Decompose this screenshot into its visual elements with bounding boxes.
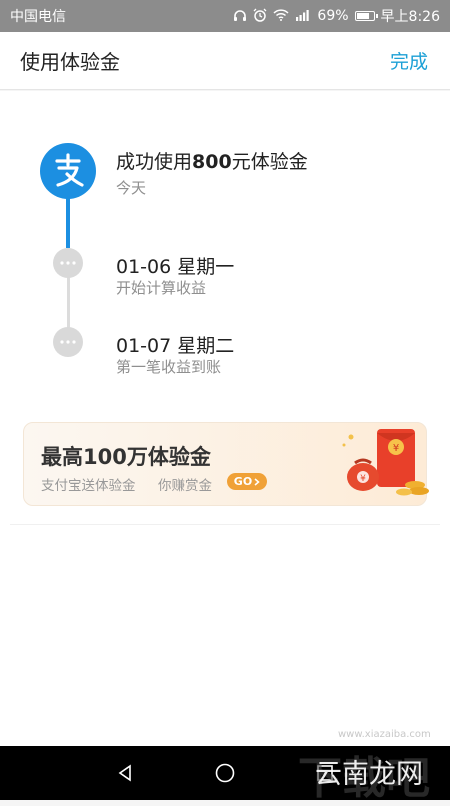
promo-banner[interactable]: 最高100万体验金 支付宝送体验金 你赚赏金 GO ¥ ¥ xyxy=(23,422,429,506)
done-button[interactable]: 完成 xyxy=(390,47,428,74)
svg-text:¥: ¥ xyxy=(393,443,399,454)
headphones-icon xyxy=(233,9,247,24)
signal-icon xyxy=(295,9,311,23)
watermark-text: 云南龙网 xyxy=(315,759,423,790)
banner-subtitle: 支付宝送体验金 xyxy=(41,478,136,494)
status-icons: 69% 早上8:26 xyxy=(233,6,440,26)
more-dots-icon xyxy=(53,327,83,357)
go-button[interactable]: GO xyxy=(227,473,267,490)
divider xyxy=(10,524,440,525)
alarm-icon xyxy=(253,8,267,24)
carrier-label: 中国电信 xyxy=(10,9,66,25)
step1-title: 成功使用800元体验金 xyxy=(116,151,308,173)
status-bar: 中国电信 69% 早上8:26 xyxy=(0,0,450,32)
banner-subtitle-2: 你赚赏金 xyxy=(158,478,212,494)
red-packet-icon: ¥ ¥ xyxy=(319,423,429,511)
home-button[interactable] xyxy=(195,746,255,800)
main-content: 成功使用800元体验金 今天 01-06 星期一 开始计算收益 01-07 星期… xyxy=(0,91,450,746)
battery-percent: 69% xyxy=(317,8,349,24)
step3-subtitle: 第一笔收益到账 xyxy=(116,358,222,376)
back-triangle-icon xyxy=(118,764,131,782)
chevron-right-icon xyxy=(254,477,260,486)
home-circle-icon xyxy=(215,763,235,783)
clock-label: 早上8:26 xyxy=(380,9,440,25)
timeline-line-active xyxy=(66,198,70,248)
page-header: 使用体验金 完成 xyxy=(0,32,450,90)
watermark-url: www.xiazaiba.com xyxy=(338,729,431,740)
svg-text:¥: ¥ xyxy=(360,474,366,484)
battery-icon xyxy=(354,11,378,21)
step2-subtitle: 开始计算收益 xyxy=(116,279,207,297)
more-dots-icon xyxy=(53,248,83,278)
page-title: 使用体验金 xyxy=(20,50,120,74)
step3-title: 01-07 星期二 xyxy=(116,335,235,357)
banner-title: 最高100万体验金 xyxy=(41,445,211,469)
alipay-logo-icon xyxy=(40,143,96,199)
step2-title: 01-06 星期一 xyxy=(116,256,235,278)
back-button[interactable] xyxy=(95,746,155,800)
wifi-icon xyxy=(273,9,289,23)
timeline: 成功使用800元体验金 今天 01-06 星期一 开始计算收益 01-07 星期… xyxy=(0,91,450,391)
step1-subtitle: 今天 xyxy=(116,179,147,197)
